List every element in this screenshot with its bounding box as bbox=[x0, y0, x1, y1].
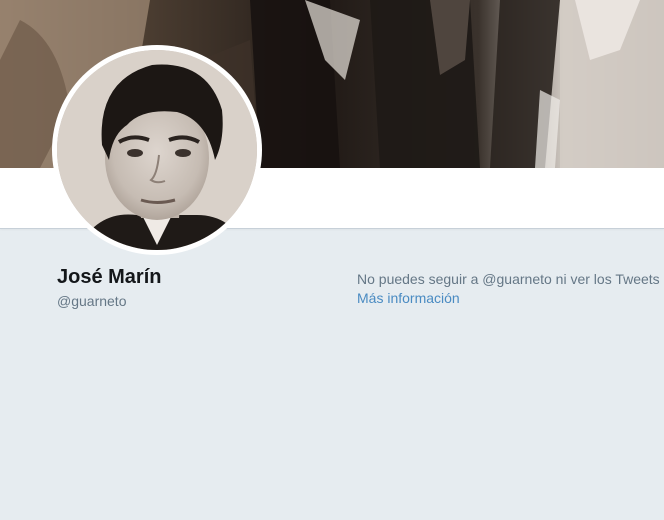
profile-name[interactable]: José Marín bbox=[57, 266, 161, 289]
avatar-photo bbox=[57, 50, 257, 250]
learn-more-link[interactable]: Más información bbox=[357, 289, 460, 308]
protected-notice-text: No puedes seguir a @guarneto ni ver los … bbox=[357, 271, 664, 287]
profile-handle[interactable]: @guarneto bbox=[57, 293, 126, 309]
avatar-portrait-image bbox=[57, 50, 257, 250]
protected-account-notice: No puedes seguir a @guarneto ni ver los … bbox=[357, 270, 664, 308]
profile-avatar[interactable] bbox=[52, 45, 262, 255]
